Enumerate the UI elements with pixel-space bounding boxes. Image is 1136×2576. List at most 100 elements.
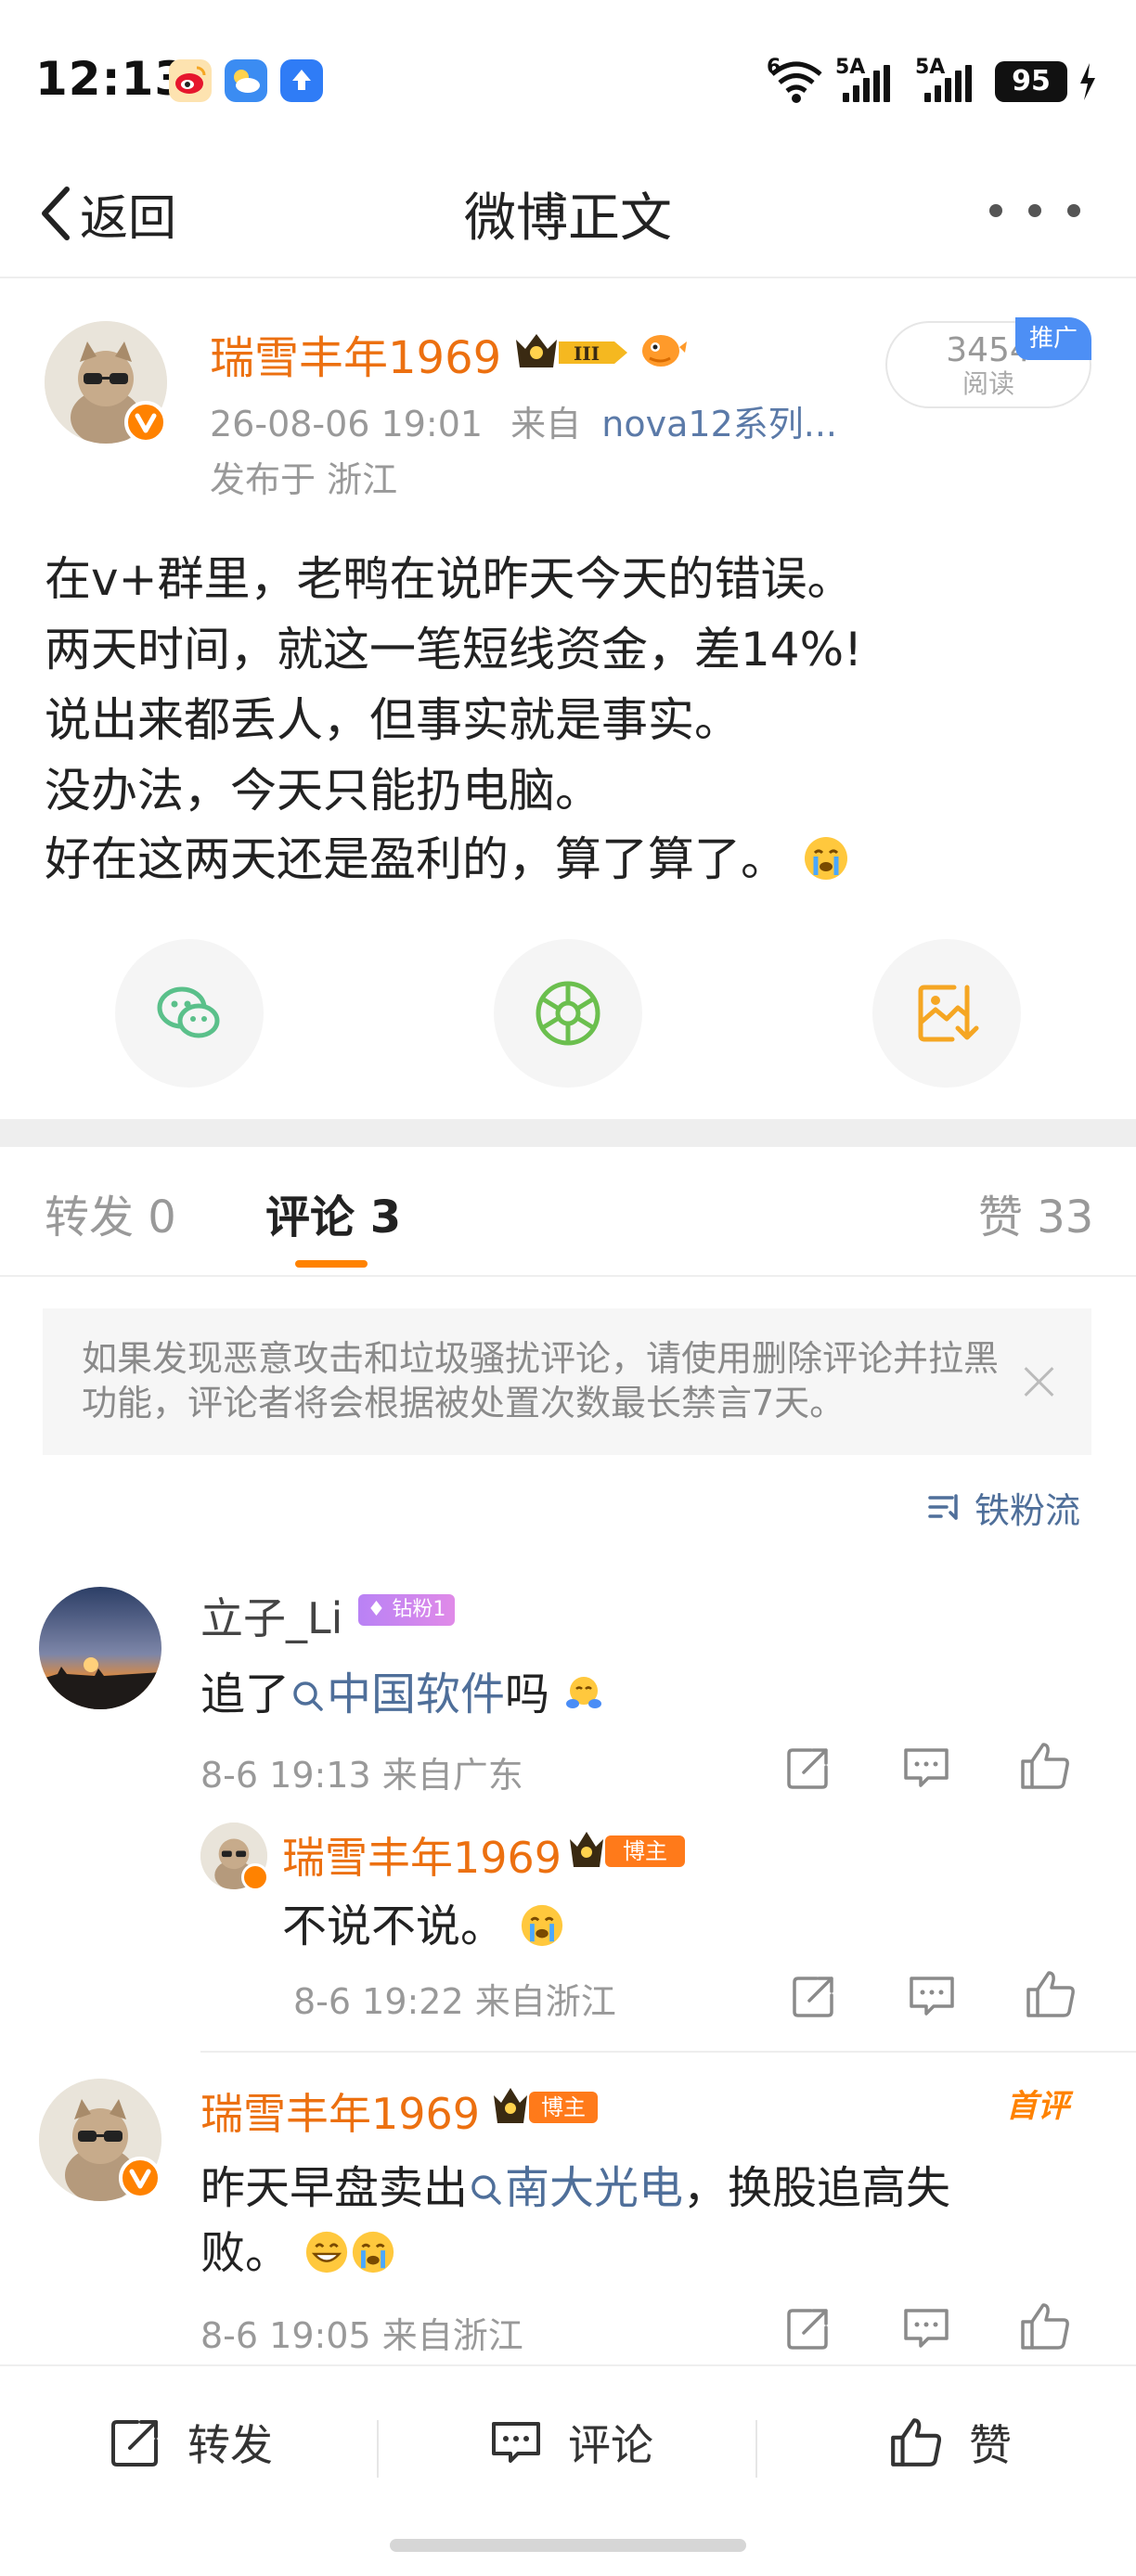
reply-like-button[interactable] xyxy=(1023,1967,1078,2025)
first-comment-tag: 首评 xyxy=(1006,2088,1069,2125)
crying-emoji-icon xyxy=(353,2231,394,2273)
pufferfish-badge-icon xyxy=(637,327,687,377)
crown-icon xyxy=(492,2084,529,2132)
crying-emoji-icon xyxy=(804,837,847,880)
post-text-line: 在v+群里，老鸭在说昨天今天的错误。 xyxy=(45,552,854,606)
home-indicator[interactable] xyxy=(390,2539,746,2552)
bottom-repost-label: 转发 xyxy=(187,2420,273,2470)
post-time: 26-08-06 19:01 xyxy=(210,404,484,444)
topic-link-label: 南大光电 xyxy=(505,2162,684,2214)
post-text-line: 好在这两天还是盈利的，算了算了。 xyxy=(45,822,850,889)
bottom-repost-button[interactable]: 转发 xyxy=(108,2405,273,2479)
weibo-app-icon xyxy=(169,59,212,102)
comment-share-button[interactable] xyxy=(783,2303,833,2357)
comment-icon xyxy=(904,2309,949,2348)
tab-active-indicator xyxy=(295,1260,368,1268)
tab-repost[interactable]: 转发 0 xyxy=(45,1180,176,1245)
fan-badge-icon: ♦ xyxy=(367,1598,386,1621)
close-icon[interactable] xyxy=(1021,1362,1058,1399)
verified-badge-icon xyxy=(119,2157,161,2199)
comment-text-prefix: 昨天早盘卖出 xyxy=(200,2162,469,2214)
comment-like-button[interactable] xyxy=(1017,1739,1073,1797)
thumbs-up-icon xyxy=(1021,1743,1069,1789)
section-divider xyxy=(0,1119,1136,1147)
comment-text: 追了 中国软件吗 xyxy=(200,1657,604,1722)
post-source[interactable]: nova12系列... xyxy=(601,404,837,444)
post-text-line: 说出来都丢人，但事实就是事实。 xyxy=(45,693,741,747)
read-label: 阅读 xyxy=(962,368,1014,399)
sort-toggle[interactable]: 铁粉流 xyxy=(926,1483,1080,1531)
share-icon xyxy=(787,2309,828,2350)
reply-verified-icon xyxy=(241,1863,269,1891)
commenter-name[interactable]: 立子_Li xyxy=(200,1585,342,1646)
bottom-comment-button[interactable]: 评论 xyxy=(488,2405,653,2479)
commenter-avatar[interactable] xyxy=(39,1587,161,1709)
charging-icon xyxy=(1077,61,1099,106)
post-meta: 26-08-06 19:01 来自 nova12系列... xyxy=(210,395,837,446)
bottom-like-label: 赞 xyxy=(969,2420,1012,2470)
bottom-comment-label: 评论 xyxy=(568,2420,653,2470)
reply-text-content: 不说不说。 xyxy=(282,1900,506,1952)
nav-bar: 返回 微博正文 xyxy=(0,148,1136,278)
author-name[interactable]: 瑞雪丰年1969 xyxy=(210,321,501,386)
topic-link-label: 中国软件 xyxy=(327,1668,506,1720)
commenter-name[interactable]: 瑞雪丰年1969 xyxy=(200,2080,480,2142)
share-moments-button[interactable] xyxy=(494,939,642,1088)
repost-icon xyxy=(111,2420,158,2467)
share-icon xyxy=(793,1977,833,2017)
moments-icon xyxy=(536,981,600,1046)
notice-text: 如果发现恶意攻击和垃圾骚扰评论，请使用删除评论并拉黑功能，评论者将会根据被处置次… xyxy=(82,1338,1000,1423)
search-icon xyxy=(293,1681,323,1711)
reply-text: 不说不说。 xyxy=(282,1889,565,1954)
share-wechat-button[interactable] xyxy=(115,939,264,1088)
comment-reply-button[interactable] xyxy=(900,2303,952,2357)
bottom-like-button[interactable]: 赞 xyxy=(887,2405,1012,2479)
thumbs-up-icon xyxy=(891,2418,942,2467)
reply-comment-button[interactable] xyxy=(906,1971,958,2025)
post-text-line: 没办法，今天只能扔电脑。 xyxy=(45,764,601,818)
comment-icon xyxy=(904,1748,949,1787)
comment-text-line2-content: 败。 xyxy=(200,2227,290,2279)
comment-text: 昨天早盘卖出 南大光电，换股追高失 xyxy=(200,2151,950,2216)
more-options-button[interactable] xyxy=(980,204,1091,223)
reply-crown-icon xyxy=(568,1828,605,1876)
grin-emoji-icon xyxy=(306,2231,348,2273)
diamond-fan-badge: ♦ 钻粉1 xyxy=(358,1594,455,1626)
comment-separator xyxy=(200,2051,1136,2053)
comment-icon xyxy=(492,2422,540,2463)
comment-meta: 8-6 19:05 来自浙江 xyxy=(200,2315,523,2356)
post-text-line: 两天时间，就这一笔短线资金，差14%! xyxy=(45,623,863,676)
page-title: 微博正文 xyxy=(464,188,672,249)
promote-badge[interactable]: 推广 xyxy=(1015,317,1091,360)
wechat-icon xyxy=(157,986,220,1038)
comment-like-button[interactable] xyxy=(1017,2299,1073,2357)
upload-app-icon xyxy=(280,59,323,102)
reply-author-name[interactable]: 瑞雪丰年1969 xyxy=(282,1824,562,1886)
bottom-separator xyxy=(755,2420,757,2478)
search-icon xyxy=(471,2175,501,2205)
comment-notice: 如果发现恶意攻击和垃圾骚扰评论，请使用删除评论并拉黑功能，评论者将会根据被处置次… xyxy=(43,1308,1091,1455)
fan-badge-label: 钻粉1 xyxy=(392,1598,446,1621)
topic-link[interactable]: 中国软件 xyxy=(290,1668,505,1720)
signal-bars-2 xyxy=(924,65,976,102)
topic-link[interactable]: 南大光电 xyxy=(468,2162,683,2214)
hug-emoji-icon xyxy=(566,1677,602,1708)
battery-level: 95 xyxy=(995,61,1067,102)
comment-text-line2: 败。 xyxy=(200,2216,396,2281)
save-image-button[interactable] xyxy=(872,939,1021,1088)
reply-share-button[interactable] xyxy=(789,1971,839,2025)
source-prefix: 来自 xyxy=(510,404,582,444)
bottom-separator xyxy=(377,2420,379,2478)
thumbs-up-icon xyxy=(1021,2303,1069,2350)
wifi-label: 6 xyxy=(767,56,781,79)
status-bar: 12:13 6 5A 5A 95 xyxy=(0,0,1136,130)
svg-text:III: III xyxy=(574,342,600,365)
blogger-badge: 博主 xyxy=(529,2092,598,2123)
tab-comments[interactable]: 评论 3 xyxy=(265,1180,401,1245)
comment-reply-button[interactable] xyxy=(900,1743,952,1797)
comment-share-button[interactable] xyxy=(783,1743,833,1797)
tab-likes[interactable]: 赞 33 xyxy=(978,1180,1093,1245)
member-level-icon: III xyxy=(512,328,633,379)
sort-label: 铁粉流 xyxy=(975,1489,1081,1531)
share-icon xyxy=(787,1748,828,1789)
